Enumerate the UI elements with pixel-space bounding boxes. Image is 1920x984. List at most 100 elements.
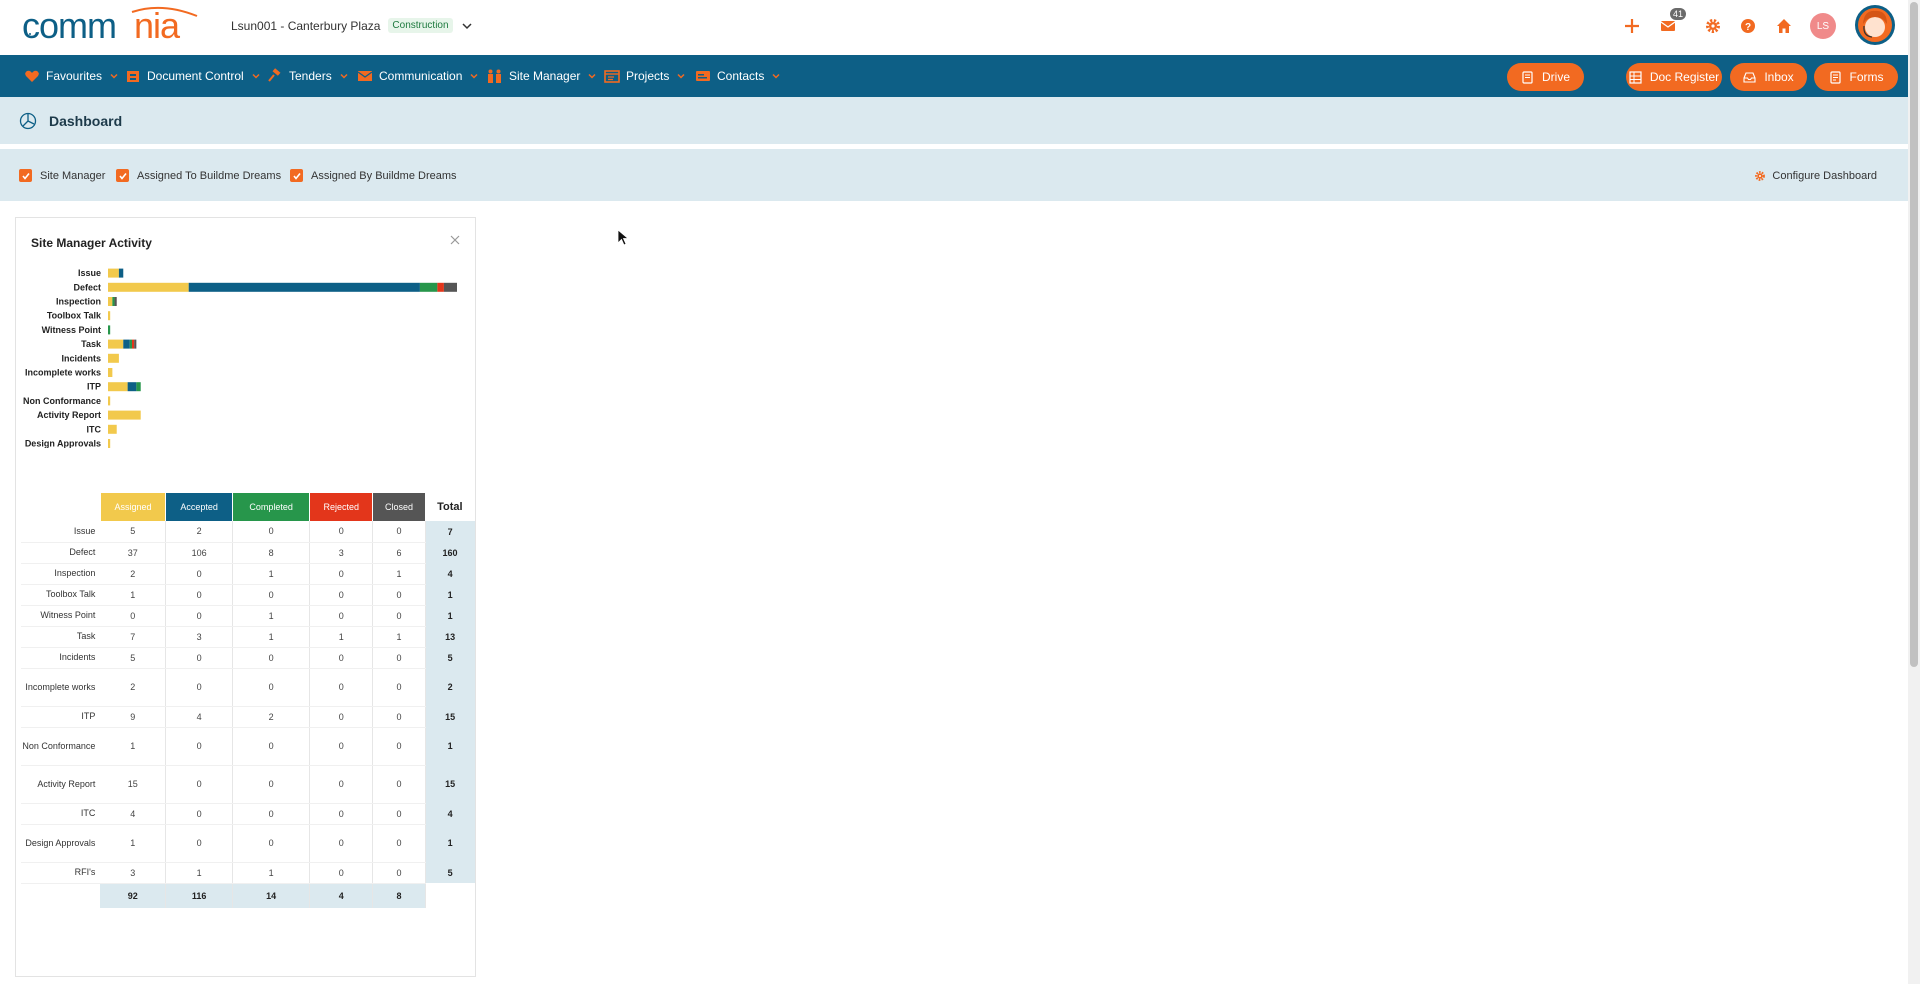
- page-scrollbar[interactable]: [1908, 0, 1920, 984]
- chart-bar-segment[interactable]: [188, 282, 420, 292]
- plus-icon[interactable]: [1620, 14, 1644, 38]
- table-cell[interactable]: 3: [309, 542, 374, 564]
- table-cell[interactable]: 106: [165, 542, 234, 564]
- chart-bar-segment[interactable]: [108, 311, 111, 321]
- chart-bar-segment[interactable]: [136, 382, 141, 392]
- table-cell[interactable]: 0: [309, 727, 374, 766]
- table-cell[interactable]: 3: [165, 626, 234, 648]
- table-cell[interactable]: 0: [165, 668, 234, 707]
- table-cell[interactable]: 0: [309, 668, 374, 707]
- table-cell[interactable]: 0: [165, 584, 234, 606]
- nav-communication[interactable]: Communication: [357, 55, 479, 97]
- user-avatar[interactable]: LS: [1810, 13, 1836, 39]
- table-cell[interactable]: 0: [309, 862, 374, 884]
- table-cell[interactable]: 0: [232, 803, 311, 825]
- chart-bar-segment[interactable]: [108, 339, 124, 349]
- table-cell[interactable]: 15: [100, 765, 167, 804]
- close-icon[interactable]: [449, 234, 461, 246]
- chart-bar-segment[interactable]: [108, 410, 141, 420]
- configure-dashboard-link[interactable]: Configure Dashboard: [1754, 170, 1877, 182]
- table-cell[interactable]: 0: [232, 521, 311, 543]
- table-cell[interactable]: 0: [232, 727, 311, 766]
- table-cell[interactable]: 0: [309, 605, 374, 627]
- col-completed[interactable]: Completed: [232, 493, 311, 521]
- mail-icon[interactable]: 41: [1656, 8, 1686, 38]
- col-rejected[interactable]: Rejected: [309, 493, 374, 521]
- table-cell[interactable]: 1: [165, 862, 234, 884]
- table-cell[interactable]: 1: [232, 563, 311, 585]
- table-cell[interactable]: 1: [232, 626, 311, 648]
- table-cell[interactable]: 0: [232, 765, 311, 804]
- chart-bar-segment[interactable]: [108, 325, 111, 335]
- project-selector[interactable]: Lsun001 - Canterbury Plaza Construction: [231, 18, 473, 33]
- nav-favourites[interactable]: Favourites: [24, 55, 119, 97]
- table-cell[interactable]: 2: [232, 706, 311, 728]
- table-cell[interactable]: 5: [100, 521, 167, 543]
- table-cell[interactable]: 1: [100, 584, 167, 606]
- table-cell[interactable]: 0: [165, 765, 234, 804]
- filter-assigned-to-checkbox[interactable]: Assigned To Buildme Dreams: [116, 169, 281, 182]
- table-cell[interactable]: 0: [232, 668, 311, 707]
- chart-bar-segment[interactable]: [419, 282, 438, 292]
- table-cell[interactable]: 0: [309, 803, 374, 825]
- chart-bar-segment[interactable]: [114, 297, 117, 306]
- table-cell[interactable]: 0: [309, 824, 374, 863]
- col-assigned[interactable]: Assigned: [100, 493, 167, 521]
- table-cell[interactable]: 4: [165, 706, 234, 728]
- table-cell[interactable]: 0: [232, 584, 311, 606]
- chart-bar-segment[interactable]: [108, 424, 117, 434]
- gear-icon[interactable]: [1701, 14, 1725, 38]
- table-cell[interactable]: 0: [165, 727, 234, 766]
- nav-contacts[interactable]: Contacts: [695, 55, 781, 97]
- chart-bar-segment[interactable]: [108, 382, 128, 392]
- table-cell[interactable]: 0: [232, 647, 311, 669]
- chart-bar-segment[interactable]: [108, 353, 119, 363]
- scrollbar-thumb[interactable]: [1910, 2, 1918, 667]
- table-cell[interactable]: 1: [309, 626, 374, 648]
- table-cell[interactable]: 0: [165, 803, 234, 825]
- table-cell[interactable]: 0: [309, 706, 374, 728]
- table-cell[interactable]: 1: [100, 824, 167, 863]
- chart-bar-segment[interactable]: [108, 297, 113, 306]
- table-cell[interactable]: 1: [232, 605, 311, 627]
- table-cell[interactable]: 4: [100, 803, 167, 825]
- nav-site-manager[interactable]: Site Manager: [487, 55, 597, 97]
- table-cell[interactable]: 1: [232, 862, 311, 884]
- nav-projects[interactable]: Projects: [604, 55, 686, 97]
- checkbox-checked-icon[interactable]: [116, 169, 129, 182]
- table-cell[interactable]: 0: [372, 824, 426, 863]
- table-cell[interactable]: 0: [372, 727, 426, 766]
- table-cell[interactable]: 0: [165, 563, 234, 585]
- table-cell[interactable]: 1: [372, 563, 426, 585]
- table-cell[interactable]: 5: [100, 647, 167, 669]
- help-icon[interactable]: ?: [1736, 14, 1760, 38]
- table-cell[interactable]: 0: [309, 647, 374, 669]
- table-cell[interactable]: 0: [165, 605, 234, 627]
- table-cell[interactable]: 0: [232, 824, 311, 863]
- table-cell[interactable]: 2: [100, 563, 167, 585]
- table-cell[interactable]: 0: [372, 803, 426, 825]
- table-cell[interactable]: 1: [100, 727, 167, 766]
- table-cell[interactable]: 0: [165, 647, 234, 669]
- table-cell[interactable]: 6: [372, 542, 426, 564]
- table-cell[interactable]: 0: [309, 584, 374, 606]
- col-accepted[interactable]: Accepted: [165, 493, 234, 521]
- table-cell[interactable]: 0: [372, 647, 426, 669]
- chart-bar-segment[interactable]: [127, 382, 137, 392]
- nav-tenders[interactable]: Tenders: [267, 55, 349, 97]
- chart-bar-segment[interactable]: [112, 297, 115, 306]
- chart-bar-segment[interactable]: [134, 339, 137, 349]
- table-cell[interactable]: 0: [309, 765, 374, 804]
- chart-bar-segment[interactable]: [108, 268, 119, 278]
- chart-bar-segment[interactable]: [108, 368, 113, 377]
- chart-bar-segment[interactable]: [123, 339, 130, 349]
- table-cell[interactable]: 9: [100, 706, 167, 728]
- table-cell[interactable]: 0: [372, 605, 426, 627]
- chart-bar-segment[interactable]: [108, 439, 111, 448]
- filter-site-manager-checkbox[interactable]: Site Manager: [19, 169, 105, 182]
- table-cell[interactable]: 0: [165, 824, 234, 863]
- chart-bar-segment[interactable]: [131, 339, 135, 349]
- chart-bar-segment[interactable]: [118, 268, 124, 278]
- table-cell[interactable]: 0: [372, 862, 426, 884]
- commnia-logo[interactable]: comm nia: [22, 5, 208, 46]
